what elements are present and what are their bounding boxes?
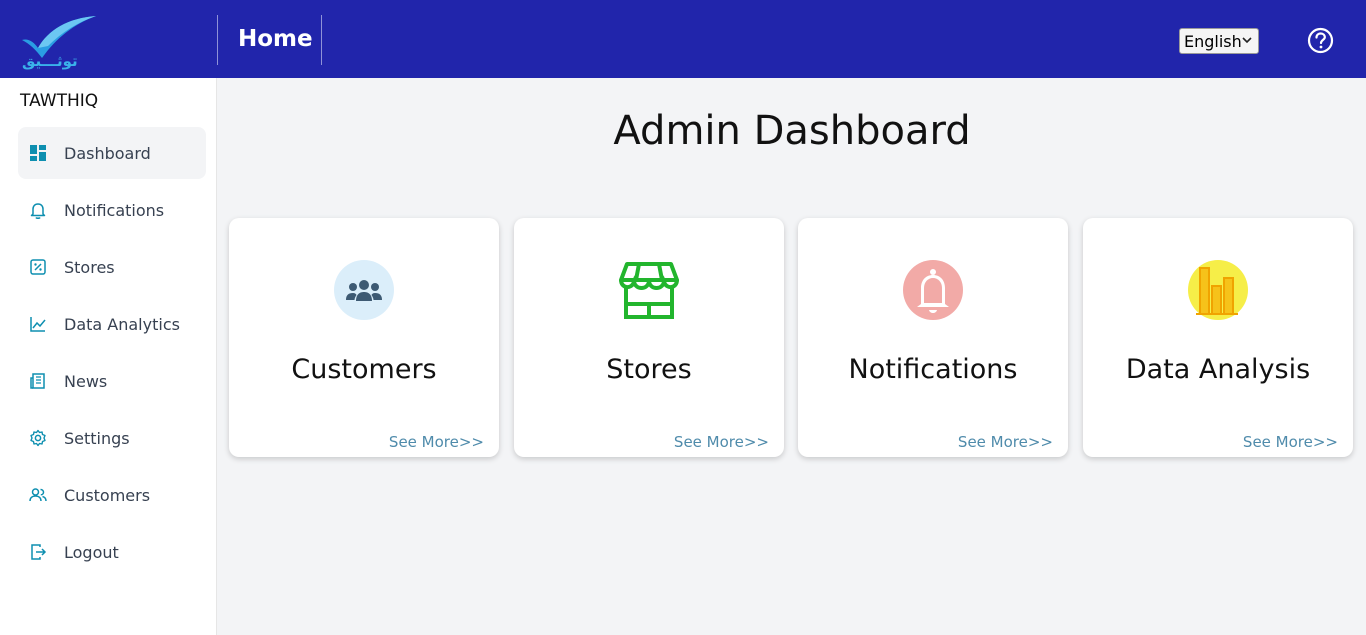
language-select-value: English — [1184, 31, 1242, 51]
dashboard-icon — [30, 145, 46, 161]
sidebar-item-notifications[interactable]: Notifications — [18, 184, 206, 236]
sidebar-item-label: Dashboard — [64, 143, 151, 163]
bell-icon — [30, 203, 46, 219]
sidebar-item-settings[interactable]: Settings — [18, 412, 206, 464]
card-customers[interactable]: Customers See More>> — [229, 218, 499, 457]
sidebar-item-customers[interactable]: Customers — [18, 469, 206, 521]
customers-icon — [334, 260, 394, 320]
language-select[interactable]: English — [1179, 28, 1259, 54]
sidebar-item-label: Logout — [64, 542, 119, 562]
sidebar-item-label: Settings — [64, 428, 130, 448]
header-divider — [217, 15, 218, 65]
page-title: Admin Dashboard — [613, 108, 971, 154]
card-notifications[interactable]: Notifications See More>> — [798, 218, 1068, 457]
store-icon — [619, 262, 679, 319]
gear-icon — [30, 429, 46, 447]
logo-text: توثـــيق — [22, 52, 78, 70]
sidebar-item-data-analytics[interactable]: Data Analytics — [18, 298, 206, 350]
see-more-link[interactable]: See More>> — [674, 433, 769, 451]
card-title: Customers — [291, 354, 437, 385]
sidebar-item-stores[interactable]: Stores — [18, 241, 206, 293]
chart-line-icon — [30, 317, 46, 332]
header-divider — [321, 15, 322, 65]
sidebar-item-label: Notifications — [64, 200, 165, 220]
logout-icon — [31, 544, 47, 560]
sidebar-item-label: Stores — [64, 257, 115, 277]
sidebar-item-label: News — [64, 371, 108, 391]
card-title: Data Analysis — [1125, 354, 1311, 385]
sidebar-item-label: Customers — [64, 485, 151, 505]
help-icon[interactable] — [1307, 27, 1334, 54]
see-more-link[interactable]: See More>> — [958, 433, 1053, 451]
see-more-link[interactable]: See More>> — [1243, 433, 1338, 451]
sidebar-item-logout[interactable]: Logout — [18, 526, 206, 578]
card-title: Stores — [606, 354, 692, 385]
chevron-down-icon — [1242, 37, 1252, 44]
stores-icon — [30, 259, 46, 275]
see-more-link[interactable]: See More>> — [389, 433, 484, 451]
users-icon — [29, 488, 47, 502]
sidebar-item-label: Data Analytics — [64, 314, 180, 334]
news-icon — [30, 373, 45, 389]
sidebar: TAWTHIQ Dashboard Notifications Stores D… — [0, 78, 217, 635]
top-bar: توثـــيق Home English — [0, 0, 1366, 78]
sidebar-item-dashboard[interactable]: Dashboard — [18, 127, 206, 179]
card-title: Notifications — [848, 354, 1018, 385]
card-data-analysis[interactable]: Data Analysis See More>> — [1083, 218, 1353, 457]
bar-chart-icon — [1188, 260, 1248, 320]
notification-bell-icon — [903, 260, 963, 320]
sidebar-item-news[interactable]: News — [18, 355, 206, 407]
card-stores[interactable]: Stores See More>> — [514, 218, 784, 457]
page-header-title: Home — [238, 26, 313, 52]
sidebar-brand: TAWTHIQ — [20, 91, 99, 111]
